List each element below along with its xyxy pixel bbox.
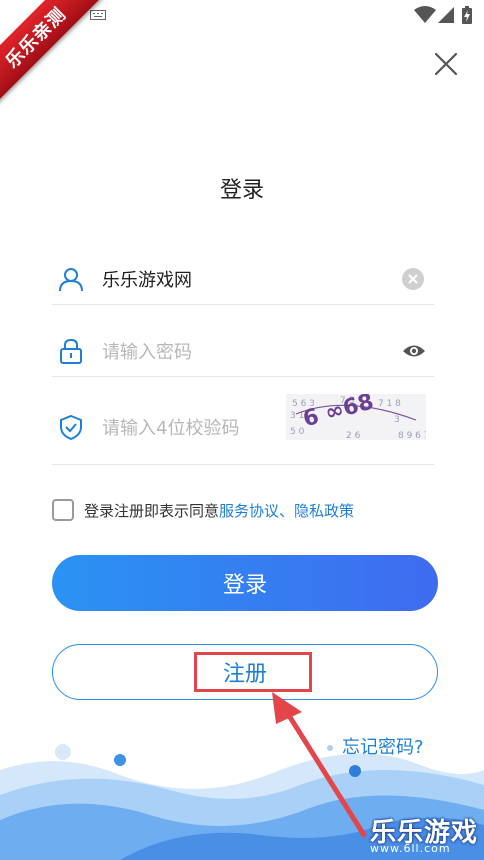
signal-icon [438,7,454,23]
captcha-field[interactable]: 请输入4位校验码 5 6 37 37 1 8 3 135 0 2 68 9 6 … [52,394,434,465]
captcha-placeholder: 请输入4位校验码 [102,418,240,439]
user-icon [59,268,83,292]
captcha-image[interactable]: 5 6 37 37 1 8 3 135 0 2 68 9 6 7 6 ∞68 [286,394,426,440]
page-title: 登录 [219,178,264,203]
lock-icon [60,338,82,364]
agreement-prefix: 登录注册即表示同意 [84,502,220,520]
privacy-link[interactable]: 隐私政策 [294,502,354,520]
shield-check-icon [60,414,82,440]
password-field[interactable]: 请输入密码 [52,326,434,377]
svg-text:7 1 8: 7 1 8 [378,399,401,409]
clear-username-button[interactable] [402,268,424,290]
toggle-password-visibility-button[interactable] [402,341,426,361]
username-value: 乐乐游戏网 [102,270,192,291]
battery-charging-icon [462,6,472,24]
clear-icon [408,274,418,284]
svg-text:8 9 6 7: 8 9 6 7 [398,431,426,440]
login-button[interactable]: 登录 [52,555,438,611]
eye-icon [403,345,425,357]
close-button[interactable] [428,46,464,82]
svg-text:3: 3 [394,415,400,425]
svg-text:5 0: 5 0 [290,427,305,437]
brand-url: www.6ll.com [370,842,451,855]
brand-watermark: 乐乐游戏 www.6ll.com [368,812,484,860]
register-highlight-box [194,652,312,692]
terms-link[interactable]: 服务协议 [219,502,279,520]
keyboard-icon [90,10,106,20]
username-field[interactable]: 乐乐游戏网 [52,254,434,305]
svg-text:2 6: 2 6 [346,431,361,440]
agreement-separator: 、 [279,502,295,520]
agree-checkbox[interactable] [52,499,74,521]
annotation-arrow [272,692,367,838]
close-icon [434,52,458,76]
password-placeholder: 请输入密码 [102,342,192,363]
agreement-text: 登录注册即表示同意服务协议、隐私政策 [84,500,354,521]
wifi-icon [414,6,436,23]
